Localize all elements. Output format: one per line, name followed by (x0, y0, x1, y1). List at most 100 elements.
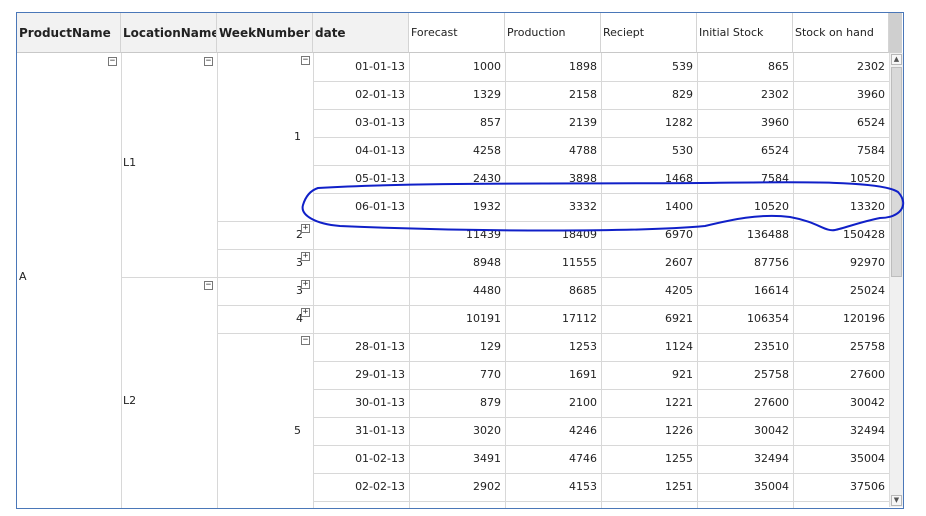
header-date[interactable]: date (313, 13, 409, 53)
date-cell[interactable]: 01-01-13 (313, 53, 409, 81)
value-cell[interactable]: 16614 (697, 277, 793, 305)
value-cell[interactable] (409, 501, 505, 508)
value-cell[interactable]: 2902 (409, 473, 505, 501)
value-cell[interactable]: 865 (697, 53, 793, 81)
value-cell[interactable]: 4480 (409, 277, 505, 305)
value-cell[interactable]: 3898 (505, 165, 601, 193)
value-cell[interactable]: 1253 (505, 333, 601, 361)
date-cell[interactable]: 04-01-13 (313, 137, 409, 165)
value-cell[interactable]: 92970 (793, 249, 889, 277)
week-expand-icon[interactable]: + (301, 224, 310, 233)
value-cell[interactable]: 120196 (793, 305, 889, 333)
value-cell[interactable]: 1468 (601, 165, 697, 193)
value-cell[interactable]: 11555 (505, 249, 601, 277)
week-expand-icon[interactable]: + (301, 252, 310, 261)
header-reciept[interactable]: Reciept (601, 13, 697, 53)
value-cell[interactable]: 129 (409, 333, 505, 361)
value-cell[interactable]: 35004 (793, 445, 889, 473)
value-cell[interactable]: 3960 (793, 81, 889, 109)
date-cell[interactable]: 03-01-13 (313, 109, 409, 137)
value-cell[interactable]: 4788 (505, 137, 601, 165)
value-cell[interactable]: 1255 (601, 445, 697, 473)
week-label[interactable]: 2 (217, 221, 305, 249)
value-cell[interactable]: 829 (601, 81, 697, 109)
value-cell[interactable]: 1282 (601, 109, 697, 137)
value-cell[interactable]: 37506 (793, 473, 889, 501)
vertical-scrollbar[interactable]: ▲ ▼ (889, 53, 903, 507)
week-expand-icon[interactable]: + (301, 280, 310, 289)
value-cell[interactable]: 2607 (601, 249, 697, 277)
value-cell[interactable]: 539 (601, 53, 697, 81)
value-cell[interactable]: 11439 (409, 221, 505, 249)
week-collapse-icon[interactable]: − (301, 56, 310, 65)
date-cell[interactable]: 05-01-13 (313, 165, 409, 193)
value-cell[interactable]: 6524 (697, 137, 793, 165)
week-label[interactable]: 3 (217, 277, 305, 305)
date-cell[interactable] (313, 305, 409, 333)
value-cell[interactable]: 7584 (697, 165, 793, 193)
value-cell[interactable]: 879 (409, 389, 505, 417)
value-cell[interactable]: 2302 (793, 53, 889, 81)
header-production[interactable]: Production (505, 13, 601, 53)
value-cell[interactable]: 150428 (793, 221, 889, 249)
date-cell[interactable] (313, 221, 409, 249)
value-cell[interactable]: 30042 (793, 389, 889, 417)
value-cell[interactable]: 25758 (697, 361, 793, 389)
value-cell[interactable]: 18409 (505, 221, 601, 249)
week-collapse-icon[interactable]: − (301, 336, 310, 345)
value-cell[interactable]: 27600 (697, 389, 793, 417)
value-cell[interactable]: 1691 (505, 361, 601, 389)
header-productname[interactable]: ProductName (17, 13, 121, 53)
value-cell[interactable]: 7584 (793, 137, 889, 165)
value-cell[interactable]: 921 (601, 361, 697, 389)
value-cell[interactable]: 770 (409, 361, 505, 389)
week-label[interactable]: 5 (217, 417, 305, 445)
value-cell[interactable]: 106354 (697, 305, 793, 333)
value-cell[interactable]: 32494 (697, 445, 793, 473)
value-cell[interactable]: 1000 (409, 53, 505, 81)
value-cell[interactable]: 2158 (505, 81, 601, 109)
value-cell[interactable]: 1329 (409, 81, 505, 109)
value-cell[interactable] (505, 501, 601, 508)
value-cell[interactable]: 10191 (409, 305, 505, 333)
date-cell[interactable]: 29-01-13 (313, 361, 409, 389)
value-cell[interactable]: 1400 (601, 193, 697, 221)
value-cell[interactable]: 32494 (793, 417, 889, 445)
value-cell[interactable]: 17112 (505, 305, 601, 333)
value-cell[interactable]: 1226 (601, 417, 697, 445)
value-cell[interactable]: 3491 (409, 445, 505, 473)
value-cell[interactable]: 25024 (793, 277, 889, 305)
value-cell[interactable]: 4246 (505, 417, 601, 445)
week-label[interactable]: 1 (217, 123, 305, 151)
value-cell[interactable]: 1124 (601, 333, 697, 361)
week-label[interactable]: 3 (217, 249, 305, 277)
value-cell[interactable]: 23510 (697, 333, 793, 361)
value-cell[interactable]: 2430 (409, 165, 505, 193)
scroll-down-icon[interactable]: ▼ (891, 495, 902, 506)
date-cell[interactable]: 03-02-13 (313, 501, 409, 508)
value-cell[interactable]: 3960 (697, 109, 793, 137)
value-cell[interactable] (697, 501, 793, 508)
value-cell[interactable]: 1898 (505, 53, 601, 81)
header-forecast[interactable]: Forecast (409, 13, 505, 53)
date-cell[interactable] (313, 277, 409, 305)
date-cell[interactable]: 02-02-13 (313, 473, 409, 501)
week-expand-icon[interactable]: + (301, 308, 310, 317)
value-cell[interactable]: 3332 (505, 193, 601, 221)
value-cell[interactable]: 1221 (601, 389, 697, 417)
value-cell[interactable]: 10520 (697, 193, 793, 221)
value-cell[interactable]: 30042 (697, 417, 793, 445)
value-cell[interactable]: 4258 (409, 137, 505, 165)
location-label[interactable]: L2 (121, 391, 217, 411)
date-cell[interactable] (313, 249, 409, 277)
value-cell[interactable]: 857 (409, 109, 505, 137)
value-cell[interactable]: 530 (601, 137, 697, 165)
date-cell[interactable]: 30-01-13 (313, 389, 409, 417)
value-cell[interactable]: 3020 (409, 417, 505, 445)
value-cell[interactable]: 87756 (697, 249, 793, 277)
value-cell[interactable]: 2139 (505, 109, 601, 137)
value-cell[interactable]: 35004 (697, 473, 793, 501)
value-cell[interactable]: 8948 (409, 249, 505, 277)
value-cell[interactable] (793, 501, 889, 508)
date-cell[interactable]: 02-01-13 (313, 81, 409, 109)
